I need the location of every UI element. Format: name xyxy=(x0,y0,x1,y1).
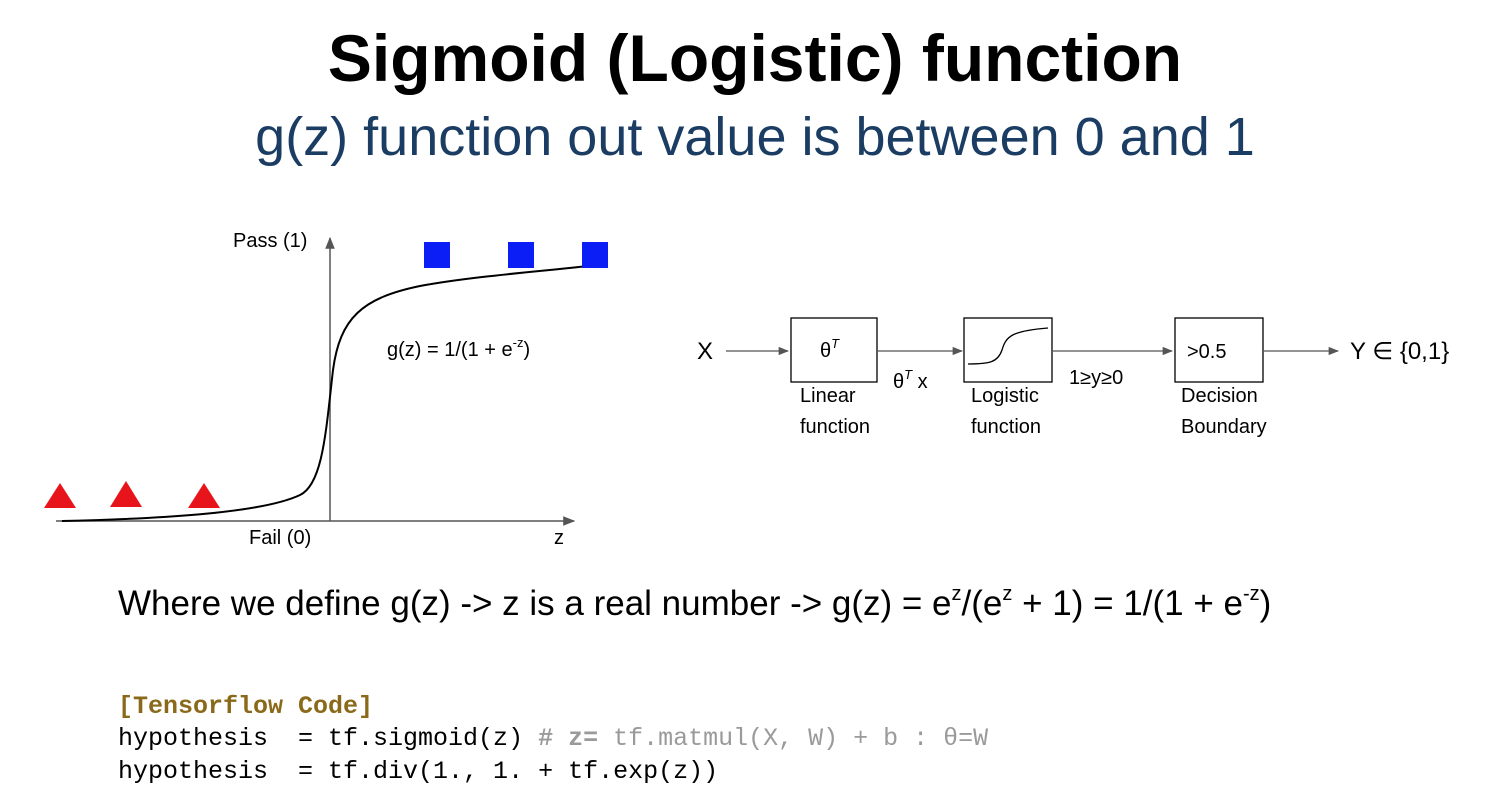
pass-square-marker xyxy=(582,242,608,268)
y-range-label: 1≥y≥0 xyxy=(1069,367,1123,389)
input-x-label: X xyxy=(697,338,713,365)
diagram-canvas: Pass (1) Fail (0) z g(z) = 1/(1 + e-z) X… xyxy=(44,230,1449,549)
logistic-caption-line2: function xyxy=(971,416,1041,438)
sigmoid-curve xyxy=(61,263,606,522)
fail-label: Fail (0) xyxy=(249,527,311,549)
threshold-label: >0.5 xyxy=(1187,341,1226,363)
pass-square-marker xyxy=(508,242,534,268)
logistic-caption-line1: Logistic xyxy=(971,385,1039,407)
pass-label: Pass (1) xyxy=(233,230,307,252)
output-y-label: Y ∈ {0,1} xyxy=(1350,338,1449,365)
code-line: hypothesis = tf.div(1., 1. + tf.exp(z)) xyxy=(118,757,719,786)
fail-triangle-marker xyxy=(188,483,220,508)
linear-caption-line1: Linear xyxy=(800,385,856,407)
slide: Sigmoid (Logistic) function g(z) functio… xyxy=(0,0,1510,798)
linear-caption-line2: function xyxy=(800,416,870,438)
theta-transpose-x-label: θT x xyxy=(893,367,928,393)
pipeline-diagram: X θT Linear function θT x Logistic funct… xyxy=(697,317,1449,438)
sigmoid-formula: g(z) = 1/(1 + e-z) xyxy=(387,335,530,361)
decision-caption-line1: Decision xyxy=(1181,385,1258,407)
code-header: [Tensorflow Code] xyxy=(118,692,374,721)
pass-square-marker xyxy=(424,242,450,268)
code-line: hypothesis = tf.sigmoid(z) # z= tf.matmu… xyxy=(118,724,989,753)
logistic-function-box xyxy=(963,317,1053,383)
fail-triangle-marker xyxy=(110,481,142,507)
definition-sentence: Where we define g(z) -> z is a real numb… xyxy=(118,583,1272,623)
fail-triangle-marker xyxy=(44,483,76,508)
decision-caption-line2: Boundary xyxy=(1181,416,1267,438)
sigmoid-plot: Pass (1) Fail (0) z g(z) = 1/(1 + e-z) xyxy=(44,230,608,549)
z-axis-label: z xyxy=(554,527,564,549)
